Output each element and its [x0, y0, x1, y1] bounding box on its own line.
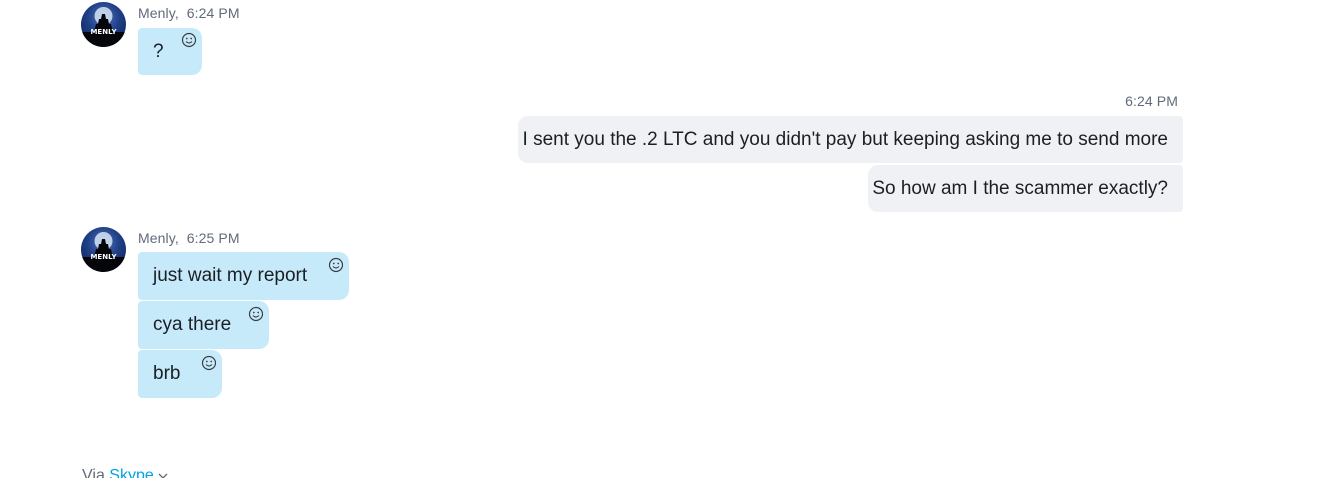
message-text: just wait my report [153, 265, 308, 286]
message-time: 6:24 PM [1125, 93, 1178, 109]
avatar-text: MENLY [90, 28, 117, 36]
message-time: 6:25 PM [186, 230, 240, 246]
message-text: brb [153, 363, 181, 384]
sender-name: Menly [138, 230, 175, 246]
chevron-down-icon[interactable] [158, 472, 168, 478]
message-text: I sent you the .2 LTC and you didn't pay… [522, 129, 1168, 150]
message-text: So how am I the scammer exactly? [872, 178, 1168, 199]
message-bubble[interactable]: I sent you the .2 LTC and you didn't pay… [518, 116, 1183, 163]
skype-link[interactable]: Skype [109, 467, 153, 478]
message-bubble[interactable]: brb [138, 350, 222, 398]
smiley-icon[interactable] [181, 32, 197, 48]
message-bubble[interactable]: cya there [138, 301, 269, 349]
avatar[interactable]: MENLY [81, 227, 126, 272]
message-meta: Menly, 6:25 PM [138, 230, 240, 246]
message-bubble[interactable]: So how am I the scammer exactly? [868, 165, 1183, 212]
smiley-icon[interactable] [201, 355, 217, 371]
smiley-icon[interactable] [328, 257, 344, 273]
message-text: cya there [153, 314, 232, 335]
smiley-icon[interactable] [248, 306, 264, 322]
avatar[interactable]: MENLY [81, 2, 126, 47]
message-bubble[interactable]: ? [138, 28, 202, 75]
message-text: ? [153, 41, 164, 62]
via-label: Via [82, 467, 105, 478]
sender-name: Menly [138, 5, 175, 21]
avatar-image: MENLY [81, 7, 126, 47]
message-meta: Menly, 6:24 PM [138, 5, 240, 21]
avatar-image: MENLY [81, 232, 126, 272]
message-bubble[interactable]: just wait my report [138, 252, 349, 300]
message-time: 6:24 PM [186, 5, 240, 21]
chat-transcript: MENLY Menly, 6:24 PM ? 6:24 PM I sent yo… [0, 0, 1317, 478]
via-footer: Via Skype [82, 467, 168, 478]
avatar-text: MENLY [90, 253, 117, 261]
